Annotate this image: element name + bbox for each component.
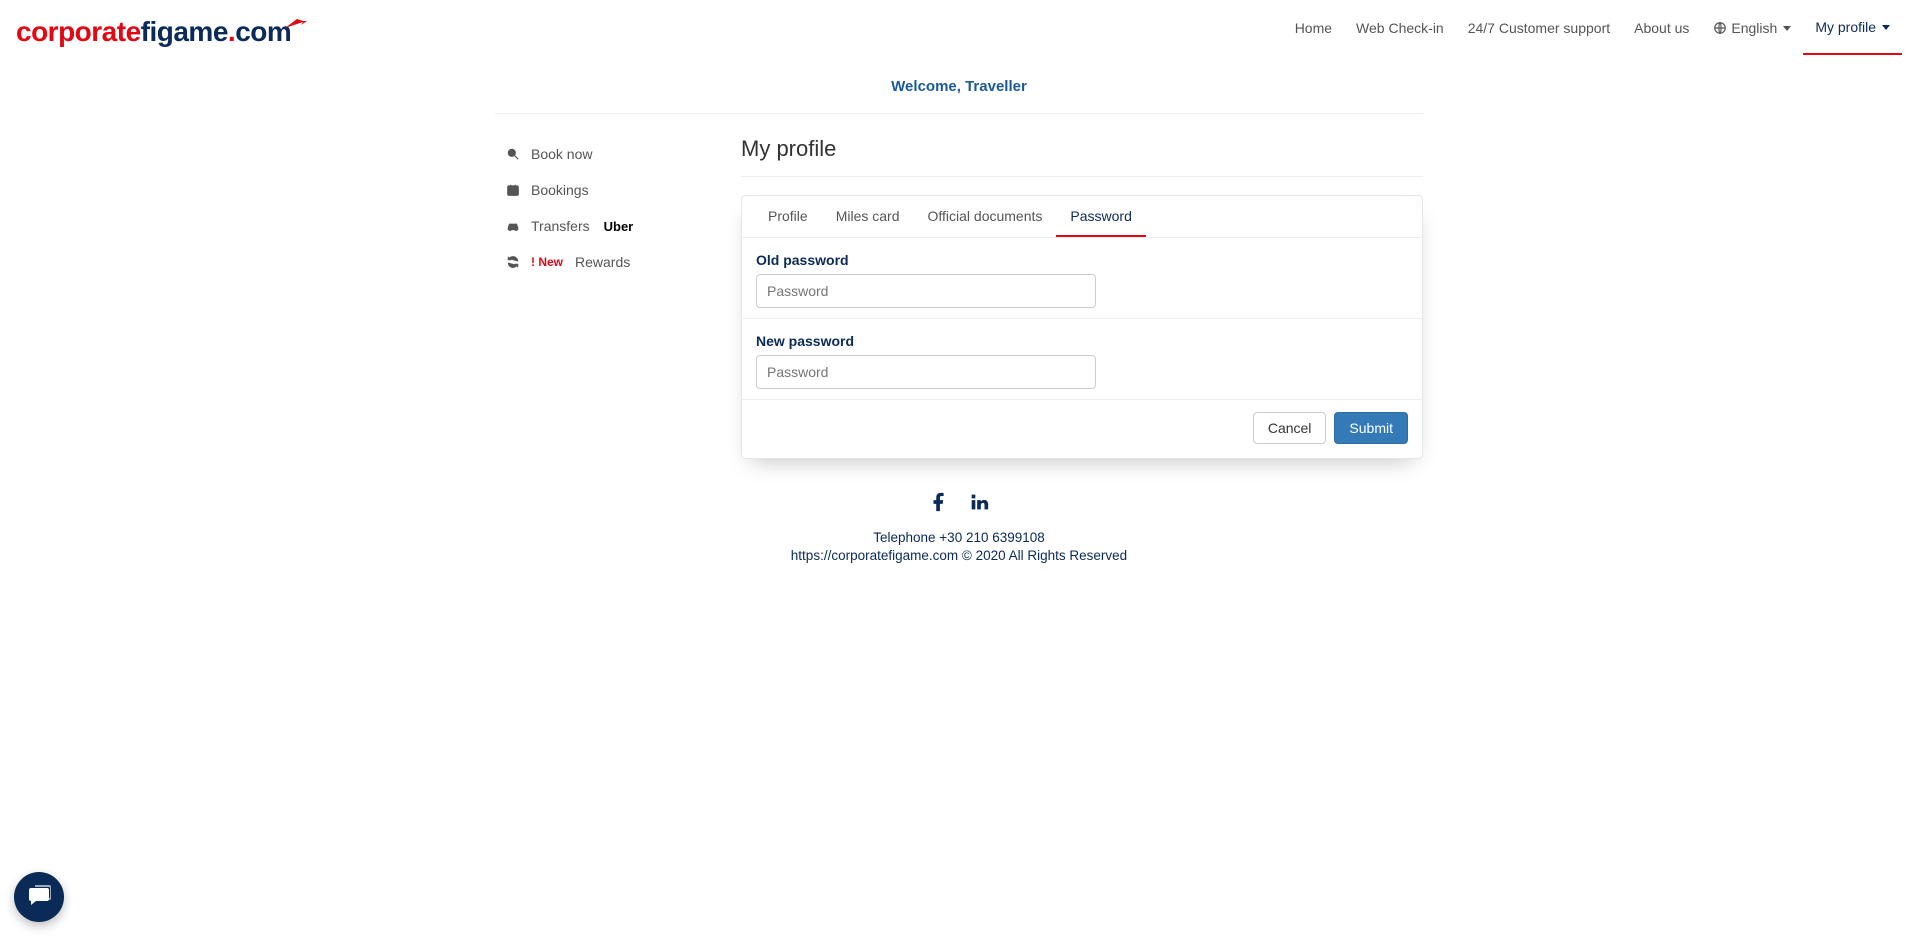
sidebar-item-label: Bookings <box>531 182 589 198</box>
new-password-input[interactable] <box>756 355 1096 389</box>
divider <box>741 176 1423 177</box>
nav-about[interactable]: About us <box>1622 9 1701 55</box>
nav-checkin-label: Web Check-in <box>1356 20 1444 36</box>
chat-fab[interactable] <box>14 872 64 922</box>
caret-down-icon <box>1882 25 1890 30</box>
nav-language-label: English <box>1731 20 1777 36</box>
new-password-label: New password <box>756 333 1408 349</box>
sidebar-item-rewards[interactable]: ! New Rewards <box>501 244 725 280</box>
form-actions: Cancel Submit <box>742 399 1422 458</box>
telephone-label: Telephone <box>873 530 935 545</box>
footer-rights-text: © 2020 All Rights Reserved <box>962 548 1127 563</box>
brand-part-2: figame <box>141 18 228 46</box>
footer-rights: https://corporatefigame.com © 2020 All R… <box>495 548 1423 563</box>
calendar-icon <box>505 183 521 197</box>
facebook-icon <box>928 500 950 516</box>
tab-label: Profile <box>768 208 808 224</box>
nav-web-checkin[interactable]: Web Check-in <box>1344 9 1456 55</box>
tab-label: Miles card <box>836 208 900 224</box>
old-password-label: Old password <box>756 252 1408 268</box>
linkedin-link[interactable] <box>968 491 990 516</box>
profile-card: Profile Miles card Official documents Pa… <box>741 195 1423 459</box>
nav-support[interactable]: 24/7 Customer support <box>1456 9 1622 55</box>
submit-button[interactable]: Submit <box>1334 412 1408 444</box>
tab-label: Password <box>1070 208 1131 224</box>
sidebar-item-label: Book now <box>531 146 592 162</box>
chat-icon <box>27 884 51 911</box>
globe-icon <box>1713 20 1727 37</box>
tab-label: Official documents <box>927 208 1042 224</box>
old-password-panel: Old password <box>742 238 1422 318</box>
page-title: My profile <box>741 136 1423 162</box>
nav-about-label: About us <box>1634 20 1689 36</box>
uber-brand: Uber <box>604 219 634 234</box>
sidebar-item-book-now[interactable]: Book now <box>501 136 725 172</box>
tab-official-documents[interactable]: Official documents <box>913 196 1056 237</box>
brand-part-3: com <box>235 18 291 46</box>
new-badge: ! New <box>531 255 563 269</box>
tab-password[interactable]: Password <box>1056 196 1145 237</box>
footer-telephone: Telephone +30 210 6399108 <box>495 530 1423 545</box>
sidebar: Book now Bookings Transfers Uber ! New <box>495 114 725 280</box>
sidebar-item-transfers[interactable]: Transfers Uber <box>501 208 725 244</box>
nav-home[interactable]: Home <box>1283 9 1344 55</box>
plane-arrow-icon <box>285 8 307 36</box>
telephone-number: +30 210 6399108 <box>939 530 1044 545</box>
refresh-icon <box>505 255 521 269</box>
car-icon <box>505 219 521 233</box>
brand-part-1: corporate <box>16 18 141 46</box>
tab-miles-card[interactable]: Miles card <box>822 196 914 237</box>
new-password-panel: New password <box>742 318 1422 399</box>
button-label: Submit <box>1349 420 1393 436</box>
sidebar-item-label: Transfers <box>531 218 590 234</box>
footer: Telephone +30 210 6399108 https://corpor… <box>495 491 1423 563</box>
nav-profile-label: My profile <box>1815 19 1876 35</box>
sidebar-item-label: Rewards <box>575 254 630 270</box>
old-password-input[interactable] <box>756 274 1096 308</box>
nav-support-label: 24/7 Customer support <box>1468 20 1610 36</box>
linkedin-icon <box>968 500 990 516</box>
facebook-link[interactable] <box>928 491 950 516</box>
nav-my-profile[interactable]: My profile <box>1803 9 1902 55</box>
content-row: Book now Bookings Transfers Uber ! New <box>495 114 1423 459</box>
button-label: Cancel <box>1268 420 1312 436</box>
page-container: Welcome, Traveller Book now Bookings Tra <box>479 60 1439 563</box>
brand-dot: . <box>228 18 235 46</box>
nav-language[interactable]: English <box>1701 9 1803 55</box>
topbar: corporatefigame.com Home Web Check-in 24… <box>0 0 1918 56</box>
nav-home-label: Home <box>1295 20 1332 36</box>
top-nav: Home Web Check-in 24/7 Customer support … <box>1283 9 1902 55</box>
main-content: My profile Profile Miles card Official d… <box>725 114 1423 459</box>
social-links <box>495 491 1423 516</box>
footer-site-link[interactable]: https://corporatefigame.com <box>791 548 958 563</box>
caret-down-icon <box>1783 26 1791 31</box>
brand-logo[interactable]: corporatefigame.com <box>16 18 307 46</box>
welcome-banner: Welcome, Traveller <box>495 60 1423 114</box>
tab-profile[interactable]: Profile <box>754 196 822 237</box>
search-icon <box>505 147 521 161</box>
tabs: Profile Miles card Official documents Pa… <box>742 196 1422 238</box>
sidebar-item-bookings[interactable]: Bookings <box>501 172 725 208</box>
cancel-button[interactable]: Cancel <box>1253 412 1327 444</box>
